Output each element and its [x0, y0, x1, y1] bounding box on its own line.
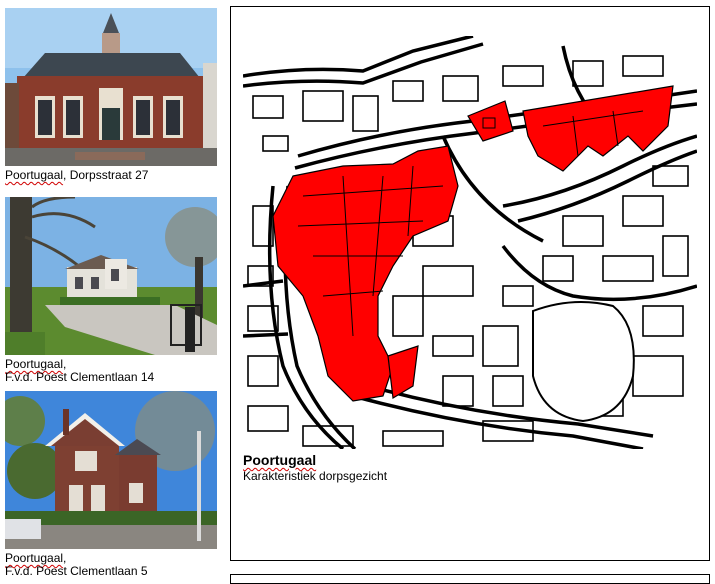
map-subtitle: Karakteristiek dorpsgezicht — [243, 469, 388, 483]
photo-clementlaan-5 — [5, 391, 217, 549]
caption-3: Poortugaal, F.v.d. Poest Clementlaan 5 — [5, 551, 148, 578]
caption-2: Poortugaal, F.v.d. Poest Clementlaan 14 — [5, 357, 155, 384]
photo-dorpsstraat-27 — [5, 8, 217, 166]
map-title: Poortugaal — [243, 452, 317, 468]
photo-clementlaan-14 — [5, 197, 217, 355]
next-frame — [230, 574, 710, 584]
caption-1: Poortugaal, Dorpsstraat 27 — [5, 168, 149, 182]
town-map — [243, 36, 697, 449]
